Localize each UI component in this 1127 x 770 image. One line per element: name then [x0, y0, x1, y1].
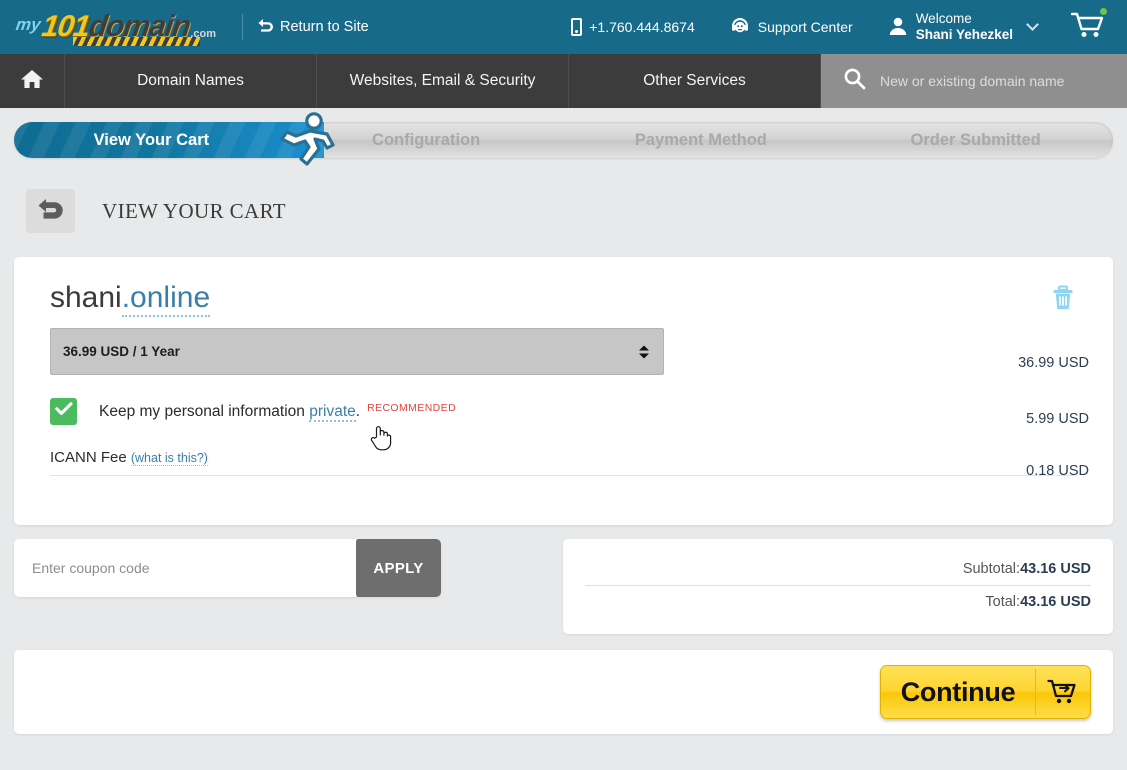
coupon-and-totals-row: APPLY Subtotal:43.16 USD Total:43.16 USD	[14, 539, 1113, 634]
nav-item-domain-names[interactable]: Domain Names	[65, 54, 317, 108]
subtotal-row: Subtotal: 43.16 USD	[585, 555, 1091, 583]
subtotal-value: 43.16 USD	[1020, 561, 1091, 577]
privacy-checkbox[interactable]	[50, 398, 77, 425]
apply-coupon-button[interactable]: APPLY	[356, 539, 441, 597]
trash-icon	[1051, 285, 1075, 315]
registration-term-select[interactable]: 36.99 USD / 1 Year	[50, 328, 664, 375]
nav-label: Websites, Email & Security	[349, 72, 536, 89]
totals-divider	[585, 585, 1091, 586]
progress-step-configuration[interactable]: Configuration	[289, 122, 564, 158]
progress-step-payment-method[interactable]: Payment Method	[564, 122, 839, 158]
term-price: 36.99 USD	[1018, 355, 1089, 371]
recommended-badge: RECOMMENDED	[367, 401, 457, 414]
shopping-cart-icon	[1070, 12, 1105, 43]
continue-button[interactable]: Continue	[880, 665, 1091, 719]
top-header-bar: my 101 domain .com Return to Site +1.760…	[0, 0, 1127, 54]
back-button[interactable]	[26, 189, 75, 233]
welcome-text: Welcome Shani Yehezkel	[916, 11, 1013, 43]
user-account-menu[interactable]: Welcome Shani Yehezkel	[887, 11, 1039, 43]
privacy-price: 5.99 USD	[1026, 411, 1089, 427]
registration-term-value: 36.99 USD / 1 Year	[63, 344, 180, 359]
continue-button-label: Continue	[900, 676, 1016, 707]
progress-steps: View Your Cart Configuration Payment Met…	[14, 122, 1113, 158]
coupon-form: APPLY	[14, 539, 441, 597]
icann-fee-price: 0.18 USD	[1026, 463, 1089, 479]
header-phone[interactable]: +1.760.444.8674	[571, 18, 695, 36]
chevron-down-icon	[639, 353, 649, 358]
progress-step-label: Payment Method	[634, 130, 767, 149]
support-center-label: Support Center	[757, 19, 853, 35]
nav-item-websites-email-security[interactable]: Websites, Email & Security	[317, 54, 569, 108]
page-title: VIEW YOUR CART	[102, 198, 286, 223]
page-header: VIEW YOUR CART	[26, 189, 1127, 233]
cart-domain-tld[interactable]: .online	[121, 281, 211, 317]
logo-my: my	[14, 15, 42, 34]
icann-fee-row: ICANN Fee (what is this?)	[50, 449, 1077, 466]
welcome-user-name: Shani Yehezkel	[915, 27, 1013, 42]
support-center-link[interactable]: Support Center	[729, 16, 853, 39]
domain-search-box[interactable]: New or existing domain name	[821, 54, 1127, 108]
coupon-input[interactable]	[14, 539, 356, 597]
progress-step-label: View Your Cart	[93, 130, 210, 149]
checkmark-icon	[54, 402, 73, 421]
continue-bar: Continue	[14, 650, 1113, 734]
mobile-phone-icon	[571, 18, 583, 36]
privacy-text-before: Keep my personal information	[99, 402, 310, 420]
header-right-group: +1.760.444.8674 Support Center Welcome S…	[571, 0, 1127, 54]
header-divider	[242, 14, 243, 40]
home-icon	[20, 68, 44, 95]
nav-item-other-services[interactable]: Other Services	[569, 54, 821, 108]
domain-search-placeholder: New or existing domain name	[880, 73, 1065, 89]
search-icon	[843, 67, 866, 95]
total-value: 43.16 USD	[1020, 594, 1091, 610]
progress-step-label: Order Submitted	[910, 130, 1041, 149]
user-avatar-icon	[887, 15, 909, 40]
select-spinner-arrows[interactable]	[639, 345, 649, 358]
nav-label: Other Services	[643, 72, 746, 89]
chevron-down-icon	[1026, 17, 1039, 31]
logo-stripe-decoration	[73, 37, 200, 46]
cart-arrow-icon	[1036, 678, 1090, 706]
icann-what-is-this-link[interactable]: (what is this?)	[130, 451, 208, 466]
icann-fee-label: ICANN Fee	[50, 449, 131, 466]
return-to-site-link[interactable]: Return to Site	[257, 18, 369, 37]
total-label: Total:	[985, 594, 1021, 610]
cart-domain-name: shani.online	[50, 281, 1077, 317]
privacy-label: Keep my personal information private. REC…	[99, 401, 457, 422]
order-totals-card: Subtotal: 43.16 USD Total: 43.16 USD	[563, 539, 1113, 634]
cart-domain-sld: shani	[50, 281, 122, 314]
return-to-site-label: Return to Site	[280, 19, 369, 35]
checkout-progress-bar: View Your Cart Configuration Payment Met…	[14, 112, 1113, 166]
total-row: Total: 43.16 USD	[585, 588, 1091, 616]
back-arrow-icon	[37, 197, 65, 226]
header-phone-label: +1.760.444.8674	[589, 19, 695, 35]
remove-item-button[interactable]	[1051, 285, 1075, 316]
privacy-text-after: .	[355, 402, 361, 420]
nav-home-button[interactable]	[0, 54, 65, 108]
progress-step-view-your-cart[interactable]: View Your Cart	[14, 122, 289, 158]
header-cart-button[interactable]	[1070, 7, 1107, 44]
progress-step-label: Configuration	[372, 130, 481, 149]
headset-icon	[729, 16, 751, 39]
privacy-option-row: Keep my personal information private. REC…	[50, 398, 1077, 425]
subtotal-label: Subtotal:	[962, 561, 1021, 577]
welcome-line-1: Welcome	[915, 11, 972, 27]
undo-arrow-icon	[257, 18, 274, 37]
cart-notification-dot	[1100, 7, 1107, 15]
cart-item-card: shani.online 36.99 USD / 1 Year Keep my …	[14, 257, 1113, 525]
nav-label: Domain Names	[137, 72, 244, 89]
progress-step-order-submitted[interactable]: Order Submitted	[838, 122, 1113, 158]
chevron-up-icon	[639, 345, 649, 350]
card-divider	[50, 475, 1077, 476]
main-navigation: Domain Names Websites, Email & Security …	[0, 54, 1127, 108]
privacy-link[interactable]: private	[309, 402, 356, 422]
